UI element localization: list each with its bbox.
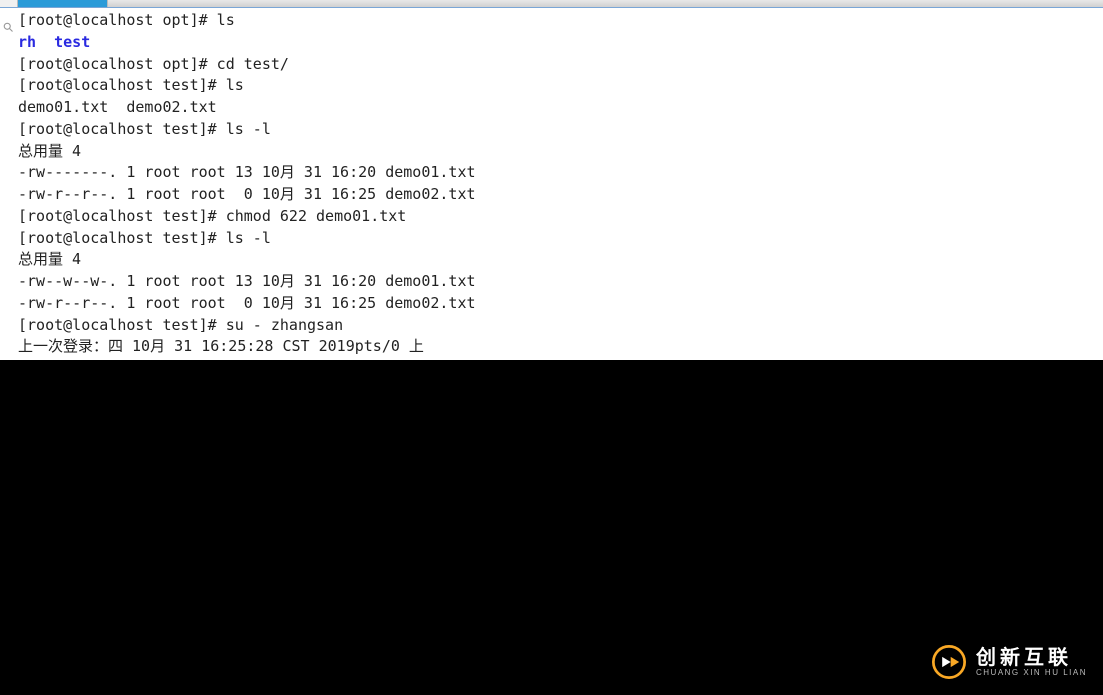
- terminal-line: -rw-r--r--. 1 root root 0 10月 31 16:25 d…: [18, 293, 1099, 315]
- terminal-text: [root@localhost test]# chmod 622 demo01.…: [18, 207, 406, 225]
- window-tab-bar: [0, 0, 1103, 8]
- terminal-text: demo01.txt demo02.txt: [18, 98, 217, 116]
- terminal-line: [root@localhost opt]# ls: [18, 10, 1099, 32]
- terminal-text: -rw--w--w-. 1 root root 13 10月 31 16:20 …: [18, 272, 476, 290]
- tab-active-terminal[interactable]: [18, 0, 108, 7]
- terminal-text: [root@localhost test]# ls -l: [18, 120, 271, 138]
- terminal-pane[interactable]: [root@localhost opt]# lsrh test[root@loc…: [0, 8, 1103, 360]
- terminal-text: -rw-r--r--. 1 root root 0 10月 31 16:25 d…: [18, 294, 476, 312]
- directory-name: test: [54, 33, 90, 51]
- terminal-text: 总用量 4: [18, 142, 81, 160]
- terminal-line: 上一次登录：四 10月 31 16:25:28 CST 2019pts/0 上: [18, 336, 1099, 358]
- terminal-text: [root@localhost test]# ls -l: [18, 229, 271, 247]
- terminal-line: rh test: [18, 32, 1099, 54]
- terminal-text: 总用量 4: [18, 250, 81, 268]
- terminal-output: [root@localhost opt]# lsrh test[root@loc…: [18, 10, 1099, 358]
- terminal-line: [root@localhost test]# ls -l: [18, 119, 1099, 141]
- terminal-line: -rw-r--r--. 1 root root 0 10月 31 16:25 d…: [18, 184, 1099, 206]
- search-icon[interactable]: [2, 18, 14, 30]
- terminal-text: [root@localhost opt]# ls: [18, 11, 235, 29]
- terminal-line: [root@localhost test]# chmod 622 demo01.…: [18, 206, 1099, 228]
- terminal-line: demo01.txt demo02.txt: [18, 97, 1099, 119]
- terminal-text: 上一次登录：四 10月 31 16:25:28 CST 2019pts/0 上: [18, 337, 424, 355]
- terminal-line: 总用量 4: [18, 141, 1099, 163]
- terminal-text: [root@localhost test]# su - zhangsan: [18, 316, 343, 334]
- terminal-text: -rw-r--r--. 1 root root 0 10月 31 16:25 d…: [18, 185, 476, 203]
- directory-name: rh: [18, 33, 36, 51]
- terminal-line: [root@localhost opt]# cd test/: [18, 54, 1099, 76]
- terminal-line: 总用量 4: [18, 249, 1099, 271]
- logo-icon: [932, 645, 966, 679]
- terminal-line: [root@localhost test]# ls -l: [18, 228, 1099, 250]
- terminal-line: -rw-------. 1 root root 13 10月 31 16:20 …: [18, 162, 1099, 184]
- watermark-chinese: 创新互联: [976, 647, 1087, 669]
- tab-inactive[interactable]: [0, 0, 18, 7]
- watermark-logo: 创新互联 CHUANG XIN HU LIAN: [932, 645, 1087, 679]
- watermark-pinyin: CHUANG XIN HU LIAN: [976, 669, 1087, 678]
- terminal-text: [root@localhost opt]# cd test/: [18, 55, 289, 73]
- terminal-text: [root@localhost test]# ls: [18, 76, 244, 94]
- terminal-line: -rw--w--w-. 1 root root 13 10月 31 16:20 …: [18, 271, 1099, 293]
- terminal-text: -rw-------. 1 root root 13 10月 31 16:20 …: [18, 163, 476, 181]
- terminal-line: [root@localhost test]# ls: [18, 75, 1099, 97]
- terminal-line: [root@localhost test]# su - zhangsan: [18, 315, 1099, 337]
- watermark-text: 创新互联 CHUANG XIN HU LIAN: [976, 647, 1087, 678]
- terminal-text: [36, 33, 54, 51]
